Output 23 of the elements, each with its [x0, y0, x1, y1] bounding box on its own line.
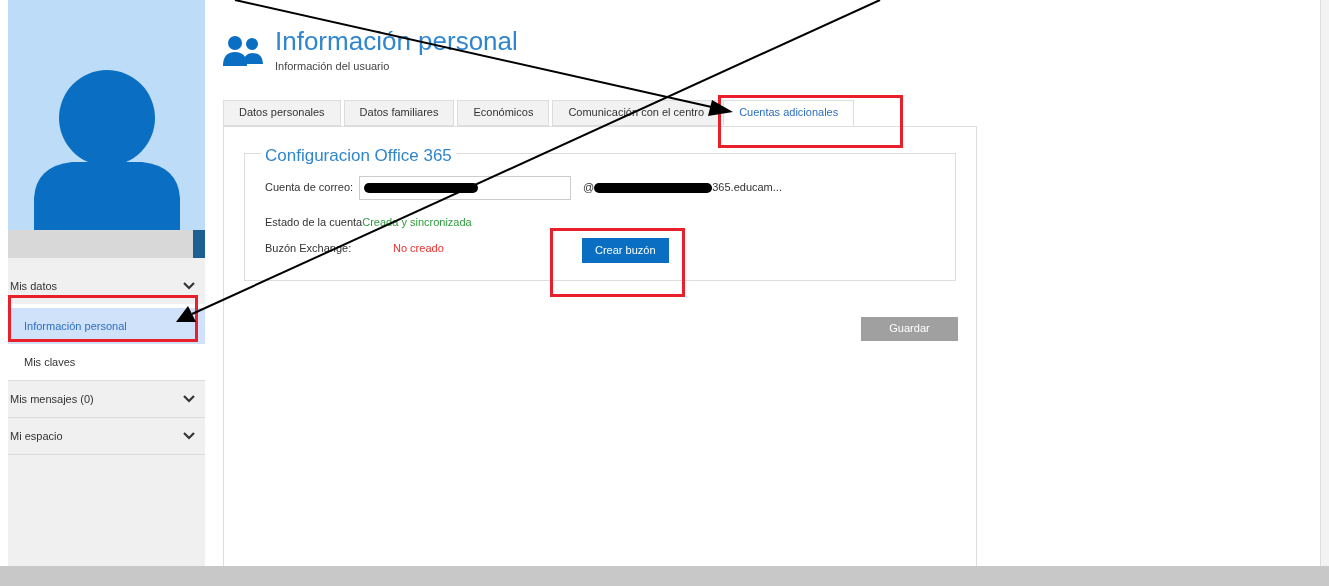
chevron-icon: [183, 282, 195, 290]
users-icon: [223, 34, 265, 66]
sidebar-group[interactable]: Mis mensajes (0): [8, 381, 205, 417]
sidebar-group[interactable]: Mi espacio: [8, 418, 205, 454]
tab[interactable]: Cuentas adicionales: [723, 99, 855, 126]
create-mailbox-button[interactable]: Crear buzón: [582, 237, 669, 263]
field-label: Estado de la cuenta: [265, 214, 363, 230]
tab[interactable]: Económicos: [457, 99, 550, 126]
sidebar-item[interactable]: Información personal: [8, 308, 205, 344]
sidebar-group[interactable]: Mis datos: [8, 268, 205, 304]
tab[interactable]: Datos familiares: [343, 99, 455, 126]
page-subtitle: Información del usuario: [275, 59, 391, 74]
status-value: No creado: [393, 241, 444, 256]
chevron-icon: [183, 432, 195, 440]
field-label: Cuenta de correo:: [265, 180, 354, 196]
email-domain: 365.educam...: [712, 180, 782, 196]
page-title: Información personal: [275, 26, 518, 56]
scrollbar[interactable]: [1320, 0, 1329, 566]
sidebar-item[interactable]: Mis claves: [8, 344, 205, 380]
email-domain-prefix: @: [583, 180, 595, 196]
input-field[interactable]: [359, 175, 572, 200]
tab[interactable]: Datos personales: [223, 99, 341, 126]
chevron-icon: [183, 395, 195, 403]
